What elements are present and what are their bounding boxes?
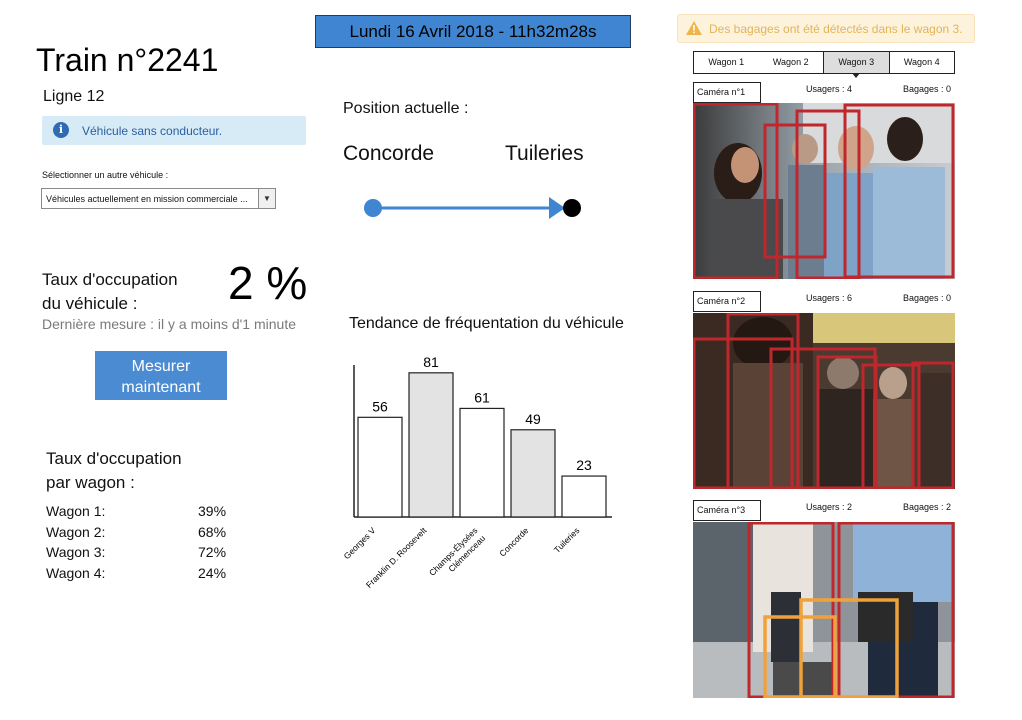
station-from-dot [364, 199, 382, 217]
vehicle-select-label: Sélectionner un autre véhicule : [42, 170, 169, 180]
station-from: Concorde [343, 142, 435, 165]
last-measure-text: Dernière mesure : il y a moins d'1 minut… [42, 316, 296, 332]
position-label: Position actuelle : [343, 100, 469, 117]
camera-image [693, 522, 955, 698]
camera-image [693, 313, 955, 489]
wagon-occupancy-row: Wagon 1: 39% [46, 503, 236, 523]
wagon-name: Wagon 4: [46, 565, 106, 581]
wagon-occupancy-title-line1: Taux d'occupation [46, 449, 182, 468]
camera-panel: Caméra n°3 Usagers : 2 Bagages : 2 [693, 500, 955, 698]
occupancy-label: Taux d'occupation du véhicule : [42, 268, 178, 316]
camera-bags-count: Bagages : 0 [902, 293, 951, 303]
tab-wagon-3[interactable]: Wagon 3 [823, 52, 890, 78]
train-title: Train n°2241 [36, 42, 219, 78]
chart-data-label: 23 [576, 457, 592, 473]
datetime-display: Lundi 16 Avril 2018 - 11h32m28s [315, 15, 631, 48]
measure-button-line2: maintenant [121, 379, 201, 396]
wagon-percent: 68% [198, 524, 227, 540]
chart-data-label: 56 [372, 398, 388, 414]
warning-icon [686, 21, 702, 35]
frequentation-chart: 5681614923 Georges VFranklin D. Roosevel… [342, 354, 612, 590]
chart-bar [408, 372, 454, 518]
wagon-occupancy-row: Wagon 2: 68% [46, 524, 236, 544]
measure-button-line1: Mesurer [131, 358, 191, 375]
occupancy-label-line2: du véhicule : [42, 294, 138, 313]
chart-bar [459, 407, 505, 518]
alert-text: Des bagages ont été détectés dans le wag… [709, 22, 963, 36]
wagon-occupancy-title-line2: par wagon : [46, 473, 135, 492]
chart-bar [510, 429, 556, 518]
route-progress [364, 197, 581, 219]
chart-title: Tendance de fréquentation du véhicule [349, 315, 624, 332]
camera-bags-count: Bagages : 0 [902, 84, 951, 94]
wagon-percent: 72% [198, 544, 227, 560]
measure-now-button[interactable]: Mesurer maintenant [95, 351, 227, 400]
camera-label: Caméra n°3 [693, 500, 761, 521]
station-to: Tuileries [505, 142, 584, 165]
chart-bar [357, 416, 403, 518]
wagon-percent: 39% [198, 503, 227, 519]
camera-panel: Caméra n°2 Usagers : 6 Bagages : 0 [693, 291, 955, 489]
camera-users-count: Usagers : 2 [806, 502, 853, 512]
vehicle-select[interactable]: Véhicules actuellement en mission commer… [41, 188, 276, 209]
wagon-name: Wagon 2: [46, 524, 106, 540]
wagon-name: Wagon 3: [46, 544, 106, 560]
camera-label: Caméra n°1 [693, 82, 761, 103]
occupancy-label-line1: Taux d'occupation [42, 270, 178, 289]
camera-users-count: Usagers : 4 [806, 84, 853, 94]
camera-panel: Caméra n°1 Usagers : 4 Bagages : 0 [693, 82, 955, 279]
camera-users-count: Usagers : 6 [806, 293, 853, 303]
chart-x-tick-label: Tuileries [552, 525, 582, 555]
chart-x-tick-label: Georges V [342, 525, 378, 561]
chart-data-label: 81 [423, 354, 439, 370]
camera-image [693, 103, 955, 279]
route-arrow-icon [549, 197, 565, 219]
dropdown-arrow-icon[interactable]: ▼ [258, 189, 275, 208]
info-message: Véhicule sans conducteur. [82, 124, 223, 138]
camera-feed[interactable] [693, 522, 955, 698]
tab-wagon-2[interactable]: Wagon 2 [759, 52, 824, 73]
driverless-info-banner: i Véhicule sans conducteur. [42, 116, 306, 145]
chart-data-label: 49 [525, 411, 541, 427]
tab-wagon-1[interactable]: Wagon 1 [694, 52, 759, 73]
station-to-dot [563, 199, 581, 217]
chart-data-label: 61 [474, 389, 490, 405]
tab-wagon-4[interactable]: Wagon 4 [890, 52, 955, 73]
wagon-occupancy-title: Taux d'occupation par wagon : [46, 447, 182, 495]
vehicle-select-value: Véhicules actuellement en mission commer… [46, 194, 248, 204]
chart-bar [561, 475, 607, 518]
wagon-occupancy-row: Wagon 4: 24% [46, 565, 236, 585]
wagon-tabs: Wagon 1 Wagon 2 Wagon 3 Wagon 4 [693, 51, 955, 78]
camera-label: Caméra n°2 [693, 291, 761, 312]
wagon-occupancy-row: Wagon 3: 72% [46, 544, 236, 564]
info-icon: i [53, 122, 69, 138]
line-label: Ligne 12 [43, 88, 105, 105]
wagon-percent: 24% [198, 565, 227, 581]
camera-feed[interactable] [693, 103, 955, 279]
luggage-alert: Des bagages ont été détectés dans le wag… [677, 14, 975, 43]
camera-bags-count: Bagages : 2 [902, 502, 951, 512]
camera-feed[interactable] [693, 313, 955, 489]
chart-x-tick-label: Champs-ÉlyséesClémenceau [427, 525, 487, 585]
wagon-name: Wagon 1: [46, 503, 106, 519]
chart-x-tick-label: Concorde [497, 525, 530, 558]
occupancy-value: 2 % [228, 257, 308, 309]
